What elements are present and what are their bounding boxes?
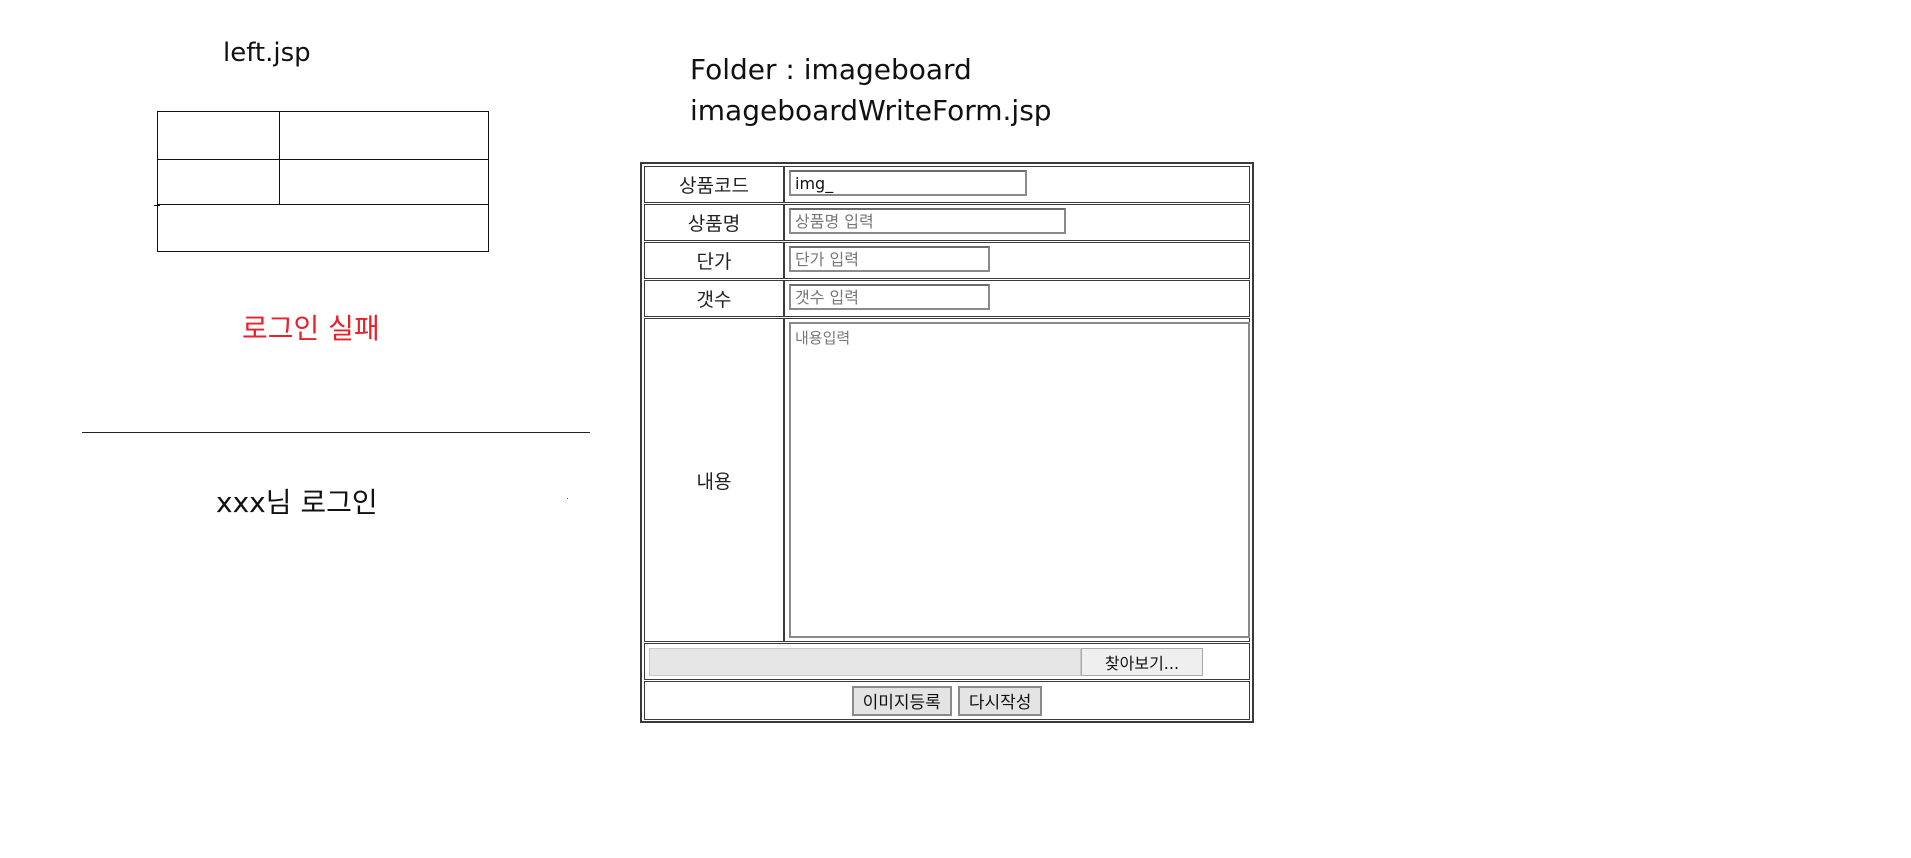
- section-divider: [82, 432, 590, 433]
- stray-dot: [567, 498, 568, 499]
- content-row: 내용: [644, 318, 1250, 642]
- sketch-column-divider: [279, 112, 280, 205]
- reset-button[interactable]: 다시작성: [957, 685, 1043, 716]
- product-code-input[interactable]: [789, 170, 1027, 196]
- sketch-row-2: [158, 160, 488, 205]
- product-code-label: 상품코드: [645, 167, 785, 202]
- left-jsp-title: left.jsp: [223, 38, 311, 68]
- file-name-label: imageboardWriteForm.jsp: [690, 94, 1052, 127]
- imageboard-write-form: 상품코드 상품명 단가 갯수 내용 찾아보기... 이미지등록 다시작성: [640, 162, 1254, 723]
- unit-price-row: 단가: [644, 242, 1250, 279]
- browse-button[interactable]: 찾아보기...: [1081, 648, 1203, 676]
- content-label: 내용: [645, 319, 785, 641]
- quantity-row: 갯수: [644, 280, 1250, 317]
- product-name-input[interactable]: [789, 208, 1066, 234]
- product-name-label: 상품명: [645, 205, 785, 240]
- login-success-message: xxx님 로그인: [216, 486, 378, 519]
- product-name-row: 상품명: [644, 204, 1250, 241]
- unit-price-label: 단가: [645, 243, 785, 278]
- unit-price-input[interactable]: [789, 246, 990, 272]
- button-row: 이미지등록 다시작성: [644, 681, 1250, 720]
- file-row: 찾아보기...: [644, 643, 1250, 680]
- sketch-tick: [154, 205, 160, 206]
- product-code-row: 상품코드: [644, 166, 1250, 203]
- login-box-sketch: [154, 111, 489, 252]
- quantity-input[interactable]: [789, 284, 990, 310]
- login-fail-message: 로그인 실패: [242, 312, 380, 345]
- content-textarea[interactable]: [789, 322, 1250, 638]
- sketch-row-1: [158, 112, 488, 160]
- folder-label: Folder : imageboard: [690, 53, 972, 86]
- quantity-label: 갯수: [645, 281, 785, 316]
- file-path-field[interactable]: [649, 648, 1081, 676]
- register-image-button[interactable]: 이미지등록: [851, 685, 952, 716]
